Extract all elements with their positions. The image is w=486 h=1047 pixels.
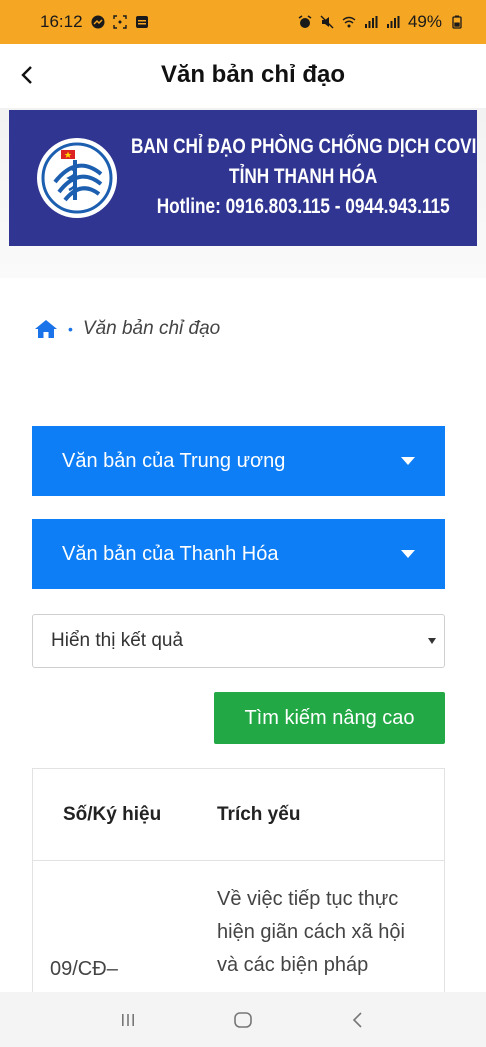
status-bar: 16:12 49% [0,0,486,44]
caret-down-icon [401,550,415,558]
status-right: 49% [298,12,464,32]
breadcrumb: • Văn bản chỉ đạo [34,318,220,340]
chevron-left-icon [21,66,32,84]
home-icon[interactable] [34,319,58,339]
breadcrumb-separator: • [68,321,73,337]
page-title: Văn bản chỉ đạo [160,61,346,88]
back-nav-button[interactable] [338,1000,378,1040]
table-header: Số/Ký hiệu Trích yếu [33,769,444,861]
system-nav-bar [0,992,486,1047]
banner-hotline[interactable]: Hotline: 0916.803.115 - 0944.943.115 [131,192,475,222]
table-row[interactable]: 09/CĐ– Về việc tiếp tục thực hiện giãn c… [33,861,444,986]
back-button[interactable] [20,44,60,106]
recent-apps-icon [121,1013,134,1026]
summary-line: và các biện pháp [217,954,369,976]
advanced-search-button[interactable]: Tìm kiếm nâng cao [214,692,445,744]
banner-subtitle: TỈNH THANH HÓA [229,165,378,188]
column-header-number: Số/Ký hiệu [63,803,162,825]
app-header: Văn bản chỉ đạo [0,44,486,106]
cell-summary: Về việc tiếp tục thực hiện giãn cách xã … [217,861,444,986]
signal-2-icon [386,16,400,28]
select-arrow-icon [428,638,436,644]
status-left: 16:12 [40,12,149,32]
accordion-thanh-hoa[interactable]: Văn bản của Thanh Hóa [32,519,445,589]
status-time: 16:12 [40,12,83,31]
covid-banner: BAN CHỈ ĐẠO PHÒNG CHỐNG DỊCH COVID-1 TỈN… [9,110,477,246]
home-nav-button[interactable] [223,1000,263,1040]
banner-area: BAN CHỈ ĐẠO PHÒNG CHỐNG DỊCH COVID-1 TỈN… [0,108,486,278]
results-select[interactable]: Hiển thị kết quả [32,614,445,668]
summary-line: hiện giãn cách xã hội [217,921,405,943]
select-value: Hiển thị kết quả [51,630,184,651]
ministry-logo [37,138,117,218]
mute-icon [320,15,334,29]
alarm-icon [298,15,312,28]
gallery-icon [135,16,148,28]
signal-icon [364,16,378,28]
battery-icon [452,15,462,29]
screenshot-icon [112,15,127,29]
battery-percent: 49% [407,12,442,31]
banner-title: BAN CHỈ ĐẠO PHÒNG CHỐNG DỊCH COVID-1 [131,135,477,158]
cell-number: 09/CĐ– [50,958,118,980]
caret-down-icon [401,457,415,465]
home-circle-icon [234,1011,252,1028]
wifi-icon [342,16,356,28]
accordion-label: Văn bản của Trung ương [62,449,286,472]
breadcrumb-current: Văn bản chỉ đạo [82,318,221,339]
back-icon [353,1011,362,1028]
column-header-summary: Trích yếu [217,803,301,825]
summary-line: Về việc tiếp tục thực [217,888,399,910]
documents-table: Số/Ký hiệu Trích yếu 09/CĐ– Về việc tiếp… [32,768,445,998]
accordion-trung-uong[interactable]: Văn bản của Trung ương [32,426,445,496]
banner-text: BAN CHỈ ĐẠO PHÒNG CHỐNG DỊCH COVID-1 TỈN… [131,132,477,222]
messenger-icon [91,15,105,29]
recent-apps-button[interactable] [108,1000,148,1040]
accordion-label: Văn bản của Thanh Hóa [62,542,279,565]
